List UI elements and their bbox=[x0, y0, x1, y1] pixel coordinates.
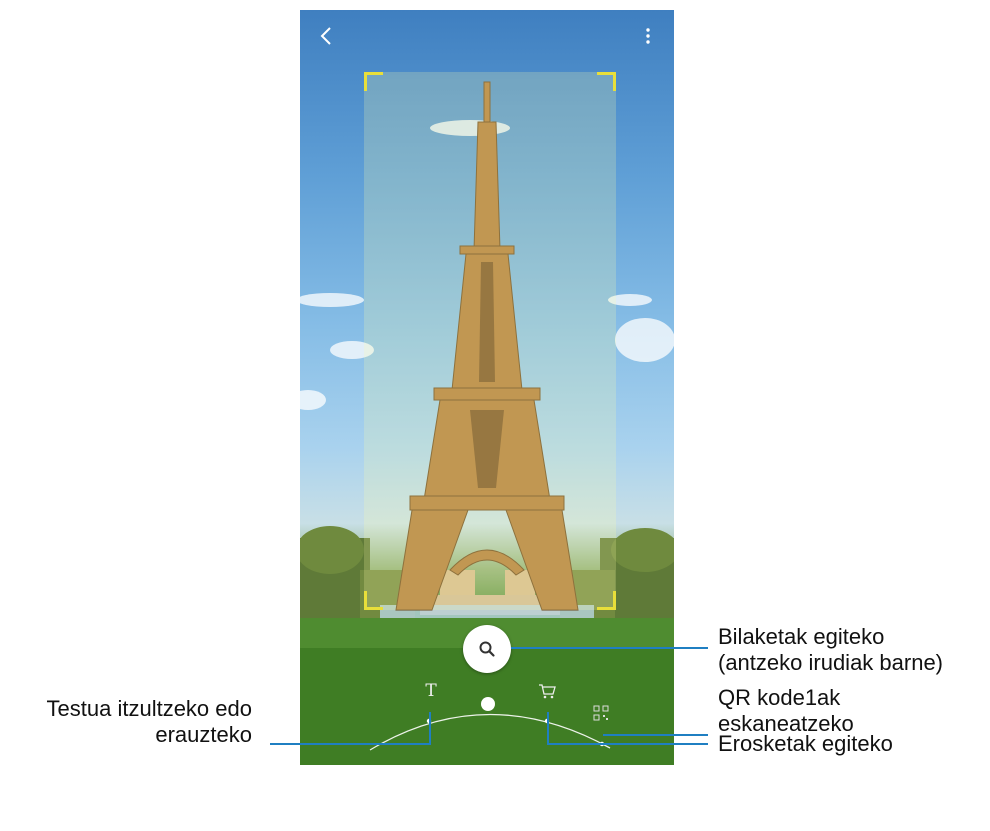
callout-qr: QR kode1ak eskaneatzeko bbox=[718, 685, 854, 737]
callout-shopping-line1: Erosketak egiteko bbox=[718, 731, 893, 756]
callout-text: Testua itzultzeko edo erauzteko bbox=[0, 696, 252, 748]
callout-text-line1: Testua itzultzeko edo bbox=[46, 696, 252, 721]
callout-search: Bilaketak egiteko (antzeko irudiak barne… bbox=[718, 624, 943, 676]
leader-text bbox=[270, 712, 431, 745]
callout-shopping: Erosketak egiteko bbox=[718, 731, 893, 757]
callout-search-line1: Bilaketak egiteko bbox=[718, 624, 885, 649]
callout-search-line2: (antzeko irudiak barne) bbox=[718, 650, 944, 675]
callout-text-line2: erauzteko bbox=[155, 722, 252, 747]
leader-shopping bbox=[547, 712, 708, 745]
callout-qr-line1: QR kode1ak bbox=[718, 685, 841, 710]
